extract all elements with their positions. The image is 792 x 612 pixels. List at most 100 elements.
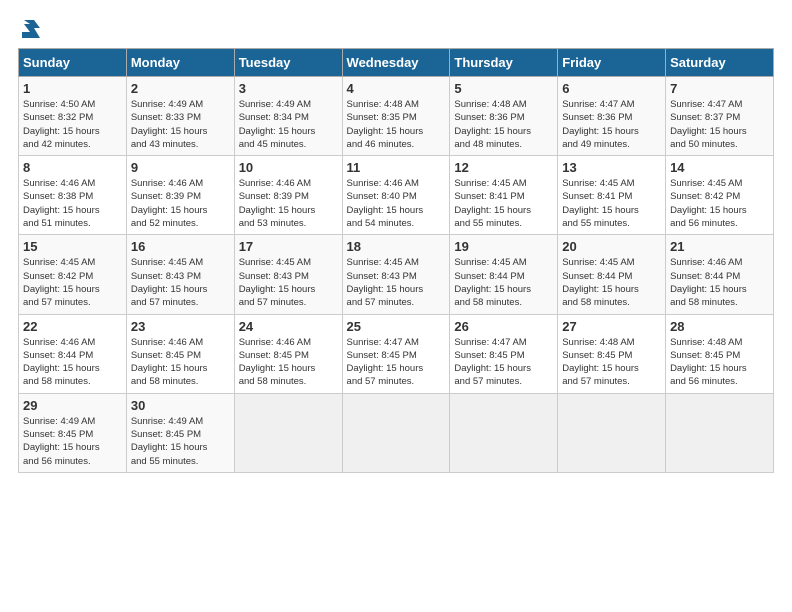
calendar-cell: 24Sunrise: 4:46 AM Sunset: 8:45 PM Dayli…: [234, 314, 342, 393]
calendar-header-cell: Sunday: [19, 49, 127, 77]
calendar-header-cell: Saturday: [666, 49, 774, 77]
day-info: Sunrise: 4:48 AM Sunset: 8:45 PM Dayligh…: [670, 336, 769, 389]
calendar-cell: 27Sunrise: 4:48 AM Sunset: 8:45 PM Dayli…: [558, 314, 666, 393]
calendar-cell: 18 Sunrise: 4:45 AM Sunset: 8:43 PM Dayli…: [342, 235, 450, 314]
calendar-cell: [666, 393, 774, 472]
day-number: 21: [670, 239, 769, 254]
day-info: Sunrise: 4:45 AM Sunset: 8:41 PM Dayligh…: [454, 177, 553, 230]
calendar-week-row: 29 Sunrise: 4:49 AM Sunset: 8:45 PM Dayli…: [19, 393, 774, 472]
calendar-cell: 10 Sunrise: 4:46 AM Sunset: 8:39 PM Dayli…: [234, 156, 342, 235]
day-info: Sunrise: 4:46 AM Sunset: 8:45 PM Dayligh…: [239, 336, 338, 389]
calendar-cell: 16 Sunrise: 4:45 AM Sunset: 8:43 PM Dayli…: [126, 235, 234, 314]
calendar-header-cell: Wednesday: [342, 49, 450, 77]
header: [10, 10, 782, 44]
day-info: Sunrise: 4:48 AM Sunset: 8:35 PM Dayligh…: [347, 98, 446, 151]
day-info: Sunrise: 4:48 AM Sunset: 8:45 PM Dayligh…: [562, 336, 661, 389]
calendar-cell: 26 Sunrise: 4:47 AM Sunset: 8:45 PM Dayli…: [450, 314, 558, 393]
logo: [20, 18, 42, 40]
day-number: 22: [23, 319, 122, 334]
calendar-cell: 9 Sunrise: 4:46 AM Sunset: 8:39 PM Daylig…: [126, 156, 234, 235]
calendar-cell: 29Sunrise: 4:49 AM Sunset: 8:45 PM Dayli…: [19, 393, 127, 472]
day-info: Sunrise: 4:46 AM Sunset: 8:44 PM Dayligh…: [23, 336, 122, 389]
calendar-header-cell: Friday: [558, 49, 666, 77]
day-info: Sunrise: 4:46 AM Sunset: 8:38 PM Dayligh…: [23, 177, 122, 230]
calendar-cell: 5 Sunrise: 4:48 AM Sunset: 8:36 PM Daylig…: [450, 77, 558, 156]
day-info: Sunrise: 4:46 AM Sunset: 8:39 PM Dayligh…: [239, 177, 338, 230]
calendar-cell: 1Sunrise: 4:50 AM Sunset: 8:32 PM Daylig…: [19, 77, 127, 156]
day-info: Sunrise: 4:47 AM Sunset: 8:37 PM Dayligh…: [670, 98, 769, 151]
day-info: Sunrise: 4:45 AM Sunset: 8:43 PM Dayligh…: [347, 256, 446, 309]
day-info: Sunrise: 4:46 AM Sunset: 8:40 PM Dayligh…: [347, 177, 446, 230]
calendar-body: 1Sunrise: 4:50 AM Sunset: 8:32 PM Daylig…: [19, 77, 774, 473]
calendar-cell: 25 Sunrise: 4:47 AM Sunset: 8:45 PM Dayli…: [342, 314, 450, 393]
calendar-header-row: SundayMondayTuesdayWednesdayThursdayFrid…: [19, 49, 774, 77]
day-number: 17: [239, 239, 338, 254]
calendar-week-row: 15Sunrise: 4:45 AM Sunset: 8:42 PM Dayli…: [19, 235, 774, 314]
day-info: Sunrise: 4:47 AM Sunset: 8:45 PM Dayligh…: [347, 336, 446, 389]
day-number: 10: [239, 160, 338, 175]
calendar-cell: 21 Sunrise: 4:46 AM Sunset: 8:44 PM Dayli…: [666, 235, 774, 314]
day-number: 25: [347, 319, 446, 334]
day-number: 14: [670, 160, 769, 175]
calendar-cell: 12Sunrise: 4:45 AM Sunset: 8:41 PM Dayli…: [450, 156, 558, 235]
day-info: Sunrise: 4:46 AM Sunset: 8:44 PM Dayligh…: [670, 256, 769, 309]
day-number: 13: [562, 160, 661, 175]
calendar-cell: 14 Sunrise: 4:45 AM Sunset: 8:42 PM Dayli…: [666, 156, 774, 235]
day-info: Sunrise: 4:47 AM Sunset: 8:36 PM Dayligh…: [562, 98, 661, 151]
day-info: Sunrise: 4:46 AM Sunset: 8:45 PM Dayligh…: [131, 336, 230, 389]
day-info: Sunrise: 4:48 AM Sunset: 8:36 PM Dayligh…: [454, 98, 553, 151]
day-number: 30: [131, 398, 230, 413]
calendar-header-cell: Monday: [126, 49, 234, 77]
calendar-week-row: 1Sunrise: 4:50 AM Sunset: 8:32 PM Daylig…: [19, 77, 774, 156]
calendar-cell: 19 Sunrise: 4:45 AM Sunset: 8:44 PM Dayli…: [450, 235, 558, 314]
day-number: 28: [670, 319, 769, 334]
day-number: 19: [454, 239, 553, 254]
calendar-cell: 22 Sunrise: 4:46 AM Sunset: 8:44 PM Dayli…: [19, 314, 127, 393]
calendar-cell: 13 Sunrise: 4:45 AM Sunset: 8:41 PM Dayli…: [558, 156, 666, 235]
day-number: 4: [347, 81, 446, 96]
day-number: 7: [670, 81, 769, 96]
day-info: Sunrise: 4:45 AM Sunset: 8:44 PM Dayligh…: [454, 256, 553, 309]
calendar-cell: 4 Sunrise: 4:48 AM Sunset: 8:35 PM Daylig…: [342, 77, 450, 156]
day-number: 8: [23, 160, 122, 175]
day-number: 29: [23, 398, 122, 413]
day-info: Sunrise: 4:49 AM Sunset: 8:33 PM Dayligh…: [131, 98, 230, 151]
day-number: 18: [347, 239, 446, 254]
calendar-cell: 7 Sunrise: 4:47 AM Sunset: 8:37 PM Daylig…: [666, 77, 774, 156]
day-info: Sunrise: 4:45 AM Sunset: 8:43 PM Dayligh…: [131, 256, 230, 309]
calendar-cell: 3 Sunrise: 4:49 AM Sunset: 8:34 PM Daylig…: [234, 77, 342, 156]
day-info: Sunrise: 4:46 AM Sunset: 8:39 PM Dayligh…: [131, 177, 230, 230]
day-info: Sunrise: 4:49 AM Sunset: 8:34 PM Dayligh…: [239, 98, 338, 151]
day-number: 1: [23, 81, 122, 96]
day-info: Sunrise: 4:45 AM Sunset: 8:41 PM Dayligh…: [562, 177, 661, 230]
day-number: 3: [239, 81, 338, 96]
day-info: Sunrise: 4:45 AM Sunset: 8:42 PM Dayligh…: [670, 177, 769, 230]
day-number: 26: [454, 319, 553, 334]
calendar-cell: [450, 393, 558, 472]
day-info: Sunrise: 4:49 AM Sunset: 8:45 PM Dayligh…: [131, 415, 230, 468]
calendar-header-cell: Thursday: [450, 49, 558, 77]
day-number: 23: [131, 319, 230, 334]
day-number: 5: [454, 81, 553, 96]
day-number: 6: [562, 81, 661, 96]
calendar-cell: 11Sunrise: 4:46 AM Sunset: 8:40 PM Dayli…: [342, 156, 450, 235]
calendar-cell: [234, 393, 342, 472]
calendar-cell: 15Sunrise: 4:45 AM Sunset: 8:42 PM Dayli…: [19, 235, 127, 314]
calendar-week-row: 8 Sunrise: 4:46 AM Sunset: 8:38 PM Daylig…: [19, 156, 774, 235]
calendar-cell: 17Sunrise: 4:45 AM Sunset: 8:43 PM Dayli…: [234, 235, 342, 314]
day-number: 2: [131, 81, 230, 96]
day-info: Sunrise: 4:47 AM Sunset: 8:45 PM Dayligh…: [454, 336, 553, 389]
calendar-cell: [342, 393, 450, 472]
calendar-cell: 20Sunrise: 4:45 AM Sunset: 8:44 PM Dayli…: [558, 235, 666, 314]
logo-icon: [20, 18, 42, 40]
calendar-table: SundayMondayTuesdayWednesdayThursdayFrid…: [18, 48, 774, 473]
calendar-cell: 28 Sunrise: 4:48 AM Sunset: 8:45 PM Dayli…: [666, 314, 774, 393]
calendar-cell: 6 Sunrise: 4:47 AM Sunset: 8:36 PM Daylig…: [558, 77, 666, 156]
calendar-cell: 2 Sunrise: 4:49 AM Sunset: 8:33 PM Daylig…: [126, 77, 234, 156]
calendar-week-row: 22 Sunrise: 4:46 AM Sunset: 8:44 PM Dayli…: [19, 314, 774, 393]
day-number: 16: [131, 239, 230, 254]
day-number: 9: [131, 160, 230, 175]
calendar-container: SundayMondayTuesdayWednesdayThursdayFrid…: [18, 48, 774, 473]
calendar-cell: [558, 393, 666, 472]
calendar-header-cell: Tuesday: [234, 49, 342, 77]
